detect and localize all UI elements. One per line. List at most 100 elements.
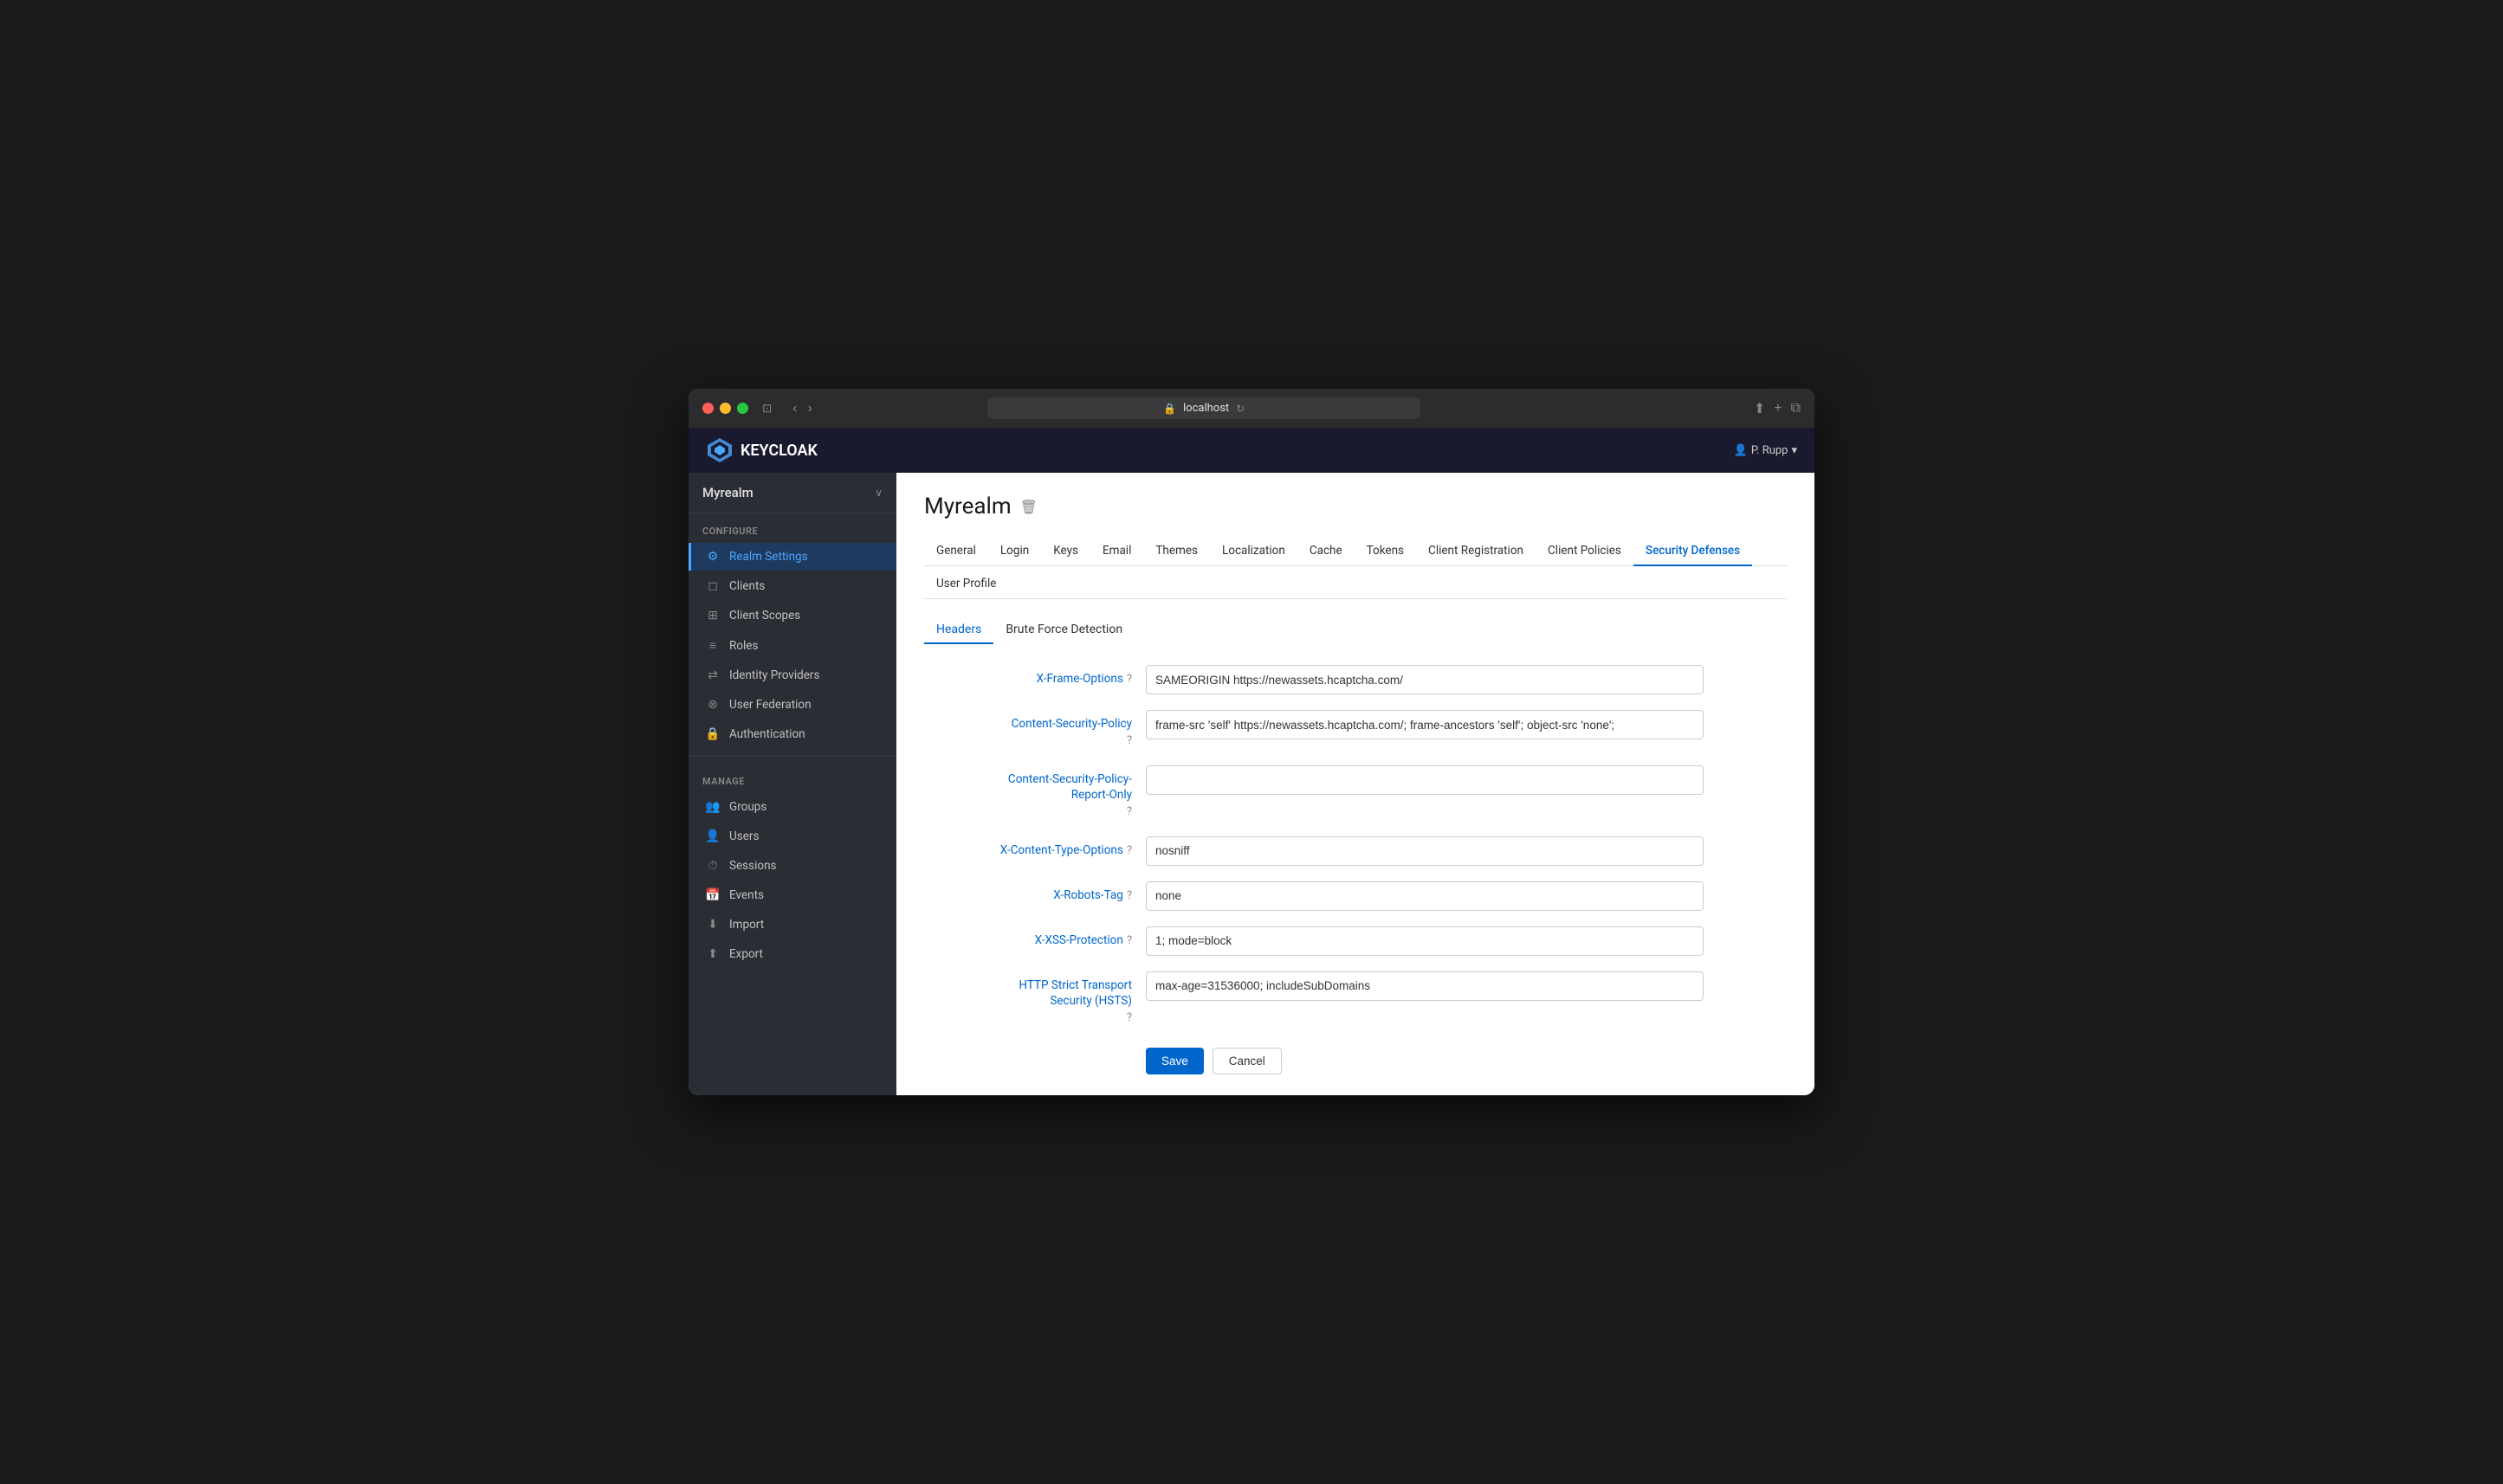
minimize-button[interactable] bbox=[720, 403, 731, 414]
csp-report-only-input[interactable] bbox=[1146, 765, 1704, 795]
realm-selector[interactable]: Myrealm ∨ bbox=[689, 473, 896, 513]
user-federation-icon: ⊗ bbox=[705, 698, 721, 712]
csp-row: Content-Security-Policy ? bbox=[924, 710, 1704, 749]
browser-window: ⊡ ‹ › 🔒 localhost ↻ ⬆ + ⧉ KEYCLOAK 👤 bbox=[689, 389, 1814, 1094]
sidebar-item-export[interactable]: ⬆ Export bbox=[689, 940, 896, 968]
sidebar-item-roles-label: Roles bbox=[729, 639, 758, 653]
sidebar-item-sessions[interactable]: ⏱ Sessions bbox=[689, 852, 896, 880]
import-icon: ⬇ bbox=[705, 918, 721, 932]
sidebar-item-realm-settings-label: Realm Settings bbox=[729, 550, 808, 564]
tab-keys[interactable]: Keys bbox=[1041, 537, 1090, 566]
sidebar-item-users[interactable]: 👤 Users bbox=[689, 823, 896, 850]
x-content-type-options-row: X-Content-Type-Options ? bbox=[924, 836, 1704, 866]
sidebar-item-client-scopes[interactable]: ⊞ Client Scopes bbox=[689, 602, 896, 629]
csp-input[interactable] bbox=[1146, 710, 1704, 739]
cancel-button[interactable]: Cancel bbox=[1213, 1048, 1282, 1074]
x-xss-protection-input[interactable] bbox=[1146, 926, 1704, 956]
x-robots-tag-help-icon[interactable]: ? bbox=[1127, 888, 1132, 904]
tab-client-registration[interactable]: Client Registration bbox=[1416, 537, 1536, 566]
tabs-button[interactable]: ⧉ bbox=[1791, 400, 1801, 417]
user-menu[interactable]: 👤 P. Rupp ▾ bbox=[1734, 444, 1797, 457]
tab-tokens[interactable]: Tokens bbox=[1355, 537, 1416, 566]
sidebar-item-import-label: Import bbox=[729, 918, 764, 932]
x-robots-tag-input[interactable] bbox=[1146, 881, 1704, 911]
tab-user-profile[interactable]: User Profile bbox=[924, 570, 1008, 599]
x-robots-tag-label: X-Robots-Tag ? bbox=[924, 881, 1132, 904]
users-icon: 👤 bbox=[705, 829, 721, 843]
sidebar-item-groups-label: Groups bbox=[729, 800, 766, 814]
sidebar-item-import[interactable]: ⬇ Import bbox=[689, 911, 896, 939]
sidebar-item-sessions-label: Sessions bbox=[729, 859, 777, 873]
tab-security-defenses[interactable]: Security Defenses bbox=[1633, 537, 1752, 566]
clients-icon: ◻ bbox=[705, 579, 721, 593]
traffic-lights bbox=[702, 403, 748, 414]
hsts-help-icon[interactable]: ? bbox=[1127, 1010, 1132, 1026]
tab-client-policies[interactable]: Client Policies bbox=[1536, 537, 1633, 566]
sidebar: Myrealm ∨ Configure ⚙ Realm Settings ◻ C… bbox=[689, 473, 896, 1094]
csp-report-only-help-icon[interactable]: ? bbox=[1127, 804, 1132, 820]
csp-label: Content-Security-Policy ? bbox=[924, 710, 1132, 749]
close-button[interactable] bbox=[702, 403, 714, 414]
tab-cache[interactable]: Cache bbox=[1297, 537, 1355, 566]
sub-tab-headers[interactable]: Headers bbox=[924, 616, 993, 644]
sub-tab-brute-force[interactable]: Brute Force Detection bbox=[993, 616, 1135, 644]
sidebar-item-events[interactable]: 📅 Events bbox=[689, 881, 896, 909]
keycloak-logo-icon bbox=[706, 436, 734, 464]
sidebar-item-user-federation[interactable]: ⊗ User Federation bbox=[689, 691, 896, 719]
nav-forward-button[interactable]: › bbox=[805, 399, 816, 418]
hsts-input[interactable] bbox=[1146, 971, 1704, 1001]
sidebar-item-identity-providers[interactable]: ⇄ Identity Providers bbox=[689, 661, 896, 689]
csp-help-icon[interactable]: ? bbox=[1127, 733, 1132, 749]
sidebar-item-export-label: Export bbox=[729, 947, 763, 961]
sidebar-item-users-label: Users bbox=[729, 829, 759, 843]
hsts-label: HTTP Strict TransportSecurity (HSTS) ? bbox=[924, 971, 1132, 1027]
reload-icon[interactable]: ↻ bbox=[1236, 403, 1245, 415]
app-header: KEYCLOAK 👤 P. Rupp ▾ bbox=[689, 428, 1814, 473]
tab-login[interactable]: Login bbox=[988, 537, 1041, 566]
main-tabs: General Login Keys Email Themes Localiza… bbox=[924, 537, 1787, 566]
realm-settings-icon: ⚙ bbox=[705, 550, 721, 564]
nav-back-button[interactable]: ‹ bbox=[789, 399, 800, 418]
headers-form: X-Frame-Options ? Content-Security-Polic… bbox=[924, 665, 1704, 1074]
tab-general[interactable]: General bbox=[924, 537, 988, 566]
hsts-label-text: HTTP Strict TransportSecurity (HSTS) bbox=[1019, 978, 1132, 1010]
manage-section-label: Manage bbox=[689, 764, 896, 792]
x-content-type-options-input[interactable] bbox=[1146, 836, 1704, 866]
csp-report-only-label-text: Content-Security-Policy-Report-Only bbox=[1008, 771, 1132, 804]
address-bar[interactable]: 🔒 localhost ↻ bbox=[987, 397, 1420, 419]
delete-realm-icon[interactable]: 🗑 bbox=[1020, 499, 1038, 515]
sidebar-item-authentication[interactable]: 🔒 Authentication bbox=[689, 720, 896, 748]
realm-name: Myrealm bbox=[702, 485, 753, 500]
sidebar-item-user-federation-label: User Federation bbox=[729, 698, 812, 712]
tab-email[interactable]: Email bbox=[1090, 537, 1143, 566]
roles-icon: ≡ bbox=[705, 638, 721, 653]
maximize-button[interactable] bbox=[737, 403, 748, 414]
csp-report-only-row: Content-Security-Policy-Report-Only ? bbox=[924, 765, 1704, 821]
sidebar-divider bbox=[689, 756, 896, 757]
events-icon: 📅 bbox=[705, 888, 721, 902]
keycloak-logo: KEYCLOAK bbox=[706, 436, 818, 464]
sidebar-item-roles[interactable]: ≡ Roles bbox=[689, 631, 896, 660]
main-layout: Myrealm ∨ Configure ⚙ Realm Settings ◻ C… bbox=[689, 473, 1814, 1094]
tab-themes[interactable]: Themes bbox=[1143, 537, 1210, 566]
client-scopes-icon: ⊞ bbox=[705, 609, 721, 623]
x-content-type-options-help-icon[interactable]: ? bbox=[1127, 843, 1132, 859]
sidebar-item-authentication-label: Authentication bbox=[729, 727, 805, 741]
sidebar-item-clients-label: Clients bbox=[729, 579, 765, 593]
x-frame-options-input[interactable] bbox=[1146, 665, 1704, 694]
form-actions: Save Cancel bbox=[924, 1048, 1704, 1074]
sidebar-item-realm-settings[interactable]: ⚙ Realm Settings bbox=[689, 543, 896, 571]
configure-section-label: Configure bbox=[689, 513, 896, 542]
sub-tabs: Headers Brute Force Detection bbox=[924, 616, 1787, 644]
sidebar-item-clients[interactable]: ◻ Clients bbox=[689, 572, 896, 600]
new-tab-button[interactable]: + bbox=[1774, 400, 1782, 417]
sidebar-toggle-button[interactable]: ⊡ bbox=[759, 400, 775, 417]
sidebar-item-groups[interactable]: 👥 Groups bbox=[689, 793, 896, 821]
x-xss-protection-help-icon[interactable]: ? bbox=[1127, 933, 1132, 949]
x-frame-options-help-icon[interactable]: ? bbox=[1127, 672, 1132, 687]
tab-localization[interactable]: Localization bbox=[1210, 537, 1297, 566]
export-icon: ⬆ bbox=[705, 947, 721, 961]
save-button[interactable]: Save bbox=[1146, 1048, 1204, 1074]
authentication-icon: 🔒 bbox=[705, 727, 721, 741]
share-button[interactable]: ⬆ bbox=[1754, 400, 1765, 417]
